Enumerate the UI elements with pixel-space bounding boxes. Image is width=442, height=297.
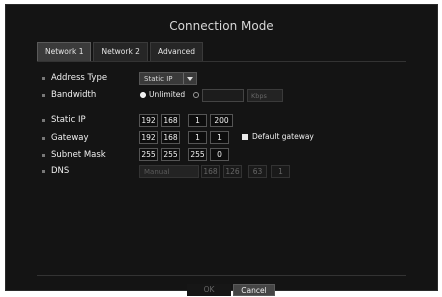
ok-button[interactable]: OK [187,284,231,296]
bullet-icon [42,153,45,157]
tab-network-2[interactable]: Network 2 [93,42,148,62]
dns-row: DNS [42,164,69,178]
address-type-value: Static IP [144,75,173,83]
subnet-mask-label: Subnet Mask [51,150,106,160]
static-ip-octet-3[interactable]: 1 [188,114,207,127]
bandwidth-unit-select[interactable]: Kbps [247,89,283,102]
static-ip-octet-1[interactable]: 192 [139,114,158,127]
address-type-row: Address Type [42,71,107,85]
gateway-octet-3[interactable]: 1 [188,131,207,144]
dns-octet-3[interactable]: 63 [248,165,267,178]
tab-bar: Network 1 Network 2 Advanced [37,42,204,62]
connection-mode-dialog: Connection Mode Network 1 Network 2 Adva… [5,4,438,296]
bandwidth-row: Bandwidth [42,88,96,102]
dialog-title: Connection Mode [169,19,274,33]
gateway-octet-1[interactable]: 192 [139,131,158,144]
subnet-mask-octet-3[interactable]: 255 [188,148,207,161]
dns-octet-4[interactable]: 1 [271,165,290,178]
bandwidth-input[interactable] [202,89,244,102]
default-gateway-label: Default gateway [252,132,314,141]
gateway-label: Gateway [51,133,89,143]
cancel-button[interactable]: Cancel [233,284,275,296]
tab-divider [37,61,406,62]
chevron-down-icon [183,73,196,84]
dns-label: DNS [51,166,70,176]
footer-divider [37,275,406,276]
gateway-octet-2[interactable]: 168 [161,131,180,144]
static-ip-row: Static IP [42,113,86,127]
bullet-icon [42,93,45,97]
static-ip-label: Static IP [51,115,86,125]
bullet-icon [42,169,45,173]
subnet-mask-octet-2[interactable]: 255 [161,148,180,161]
unlimited-label: Unlimited [149,90,186,99]
address-type-label: Address Type [51,73,108,83]
subnet-mask-octet-4[interactable]: 0 [210,148,229,161]
bullet-icon [42,118,45,122]
bandwidth-label: Bandwidth [51,90,97,100]
unlimited-radio[interactable] [140,92,146,98]
gateway-row: Gateway [42,131,89,145]
dns-mode-select[interactable]: Manual [139,165,199,178]
bullet-icon [42,76,45,80]
static-ip-octet-4[interactable]: 200 [210,114,233,127]
tab-advanced[interactable]: Advanced [149,42,204,62]
bullet-icon [42,136,45,140]
dns-octet-1[interactable]: 168 [201,165,220,178]
bandwidth-unit: Kbps [251,92,267,100]
default-gateway-checkbox[interactable] [242,134,248,140]
tab-network-1[interactable]: Network 1 [37,42,92,62]
address-type-select[interactable]: Static IP [139,72,197,85]
subnet-mask-row: Subnet Mask [42,148,106,162]
dns-mode-value: Manual [144,168,170,176]
static-ip-octet-2[interactable]: 168 [161,114,180,127]
gateway-octet-4[interactable]: 1 [210,131,229,144]
subnet-mask-octet-1[interactable]: 255 [139,148,158,161]
custom-bandwidth-radio[interactable] [193,92,199,98]
dns-octet-2[interactable]: 126 [223,165,242,178]
